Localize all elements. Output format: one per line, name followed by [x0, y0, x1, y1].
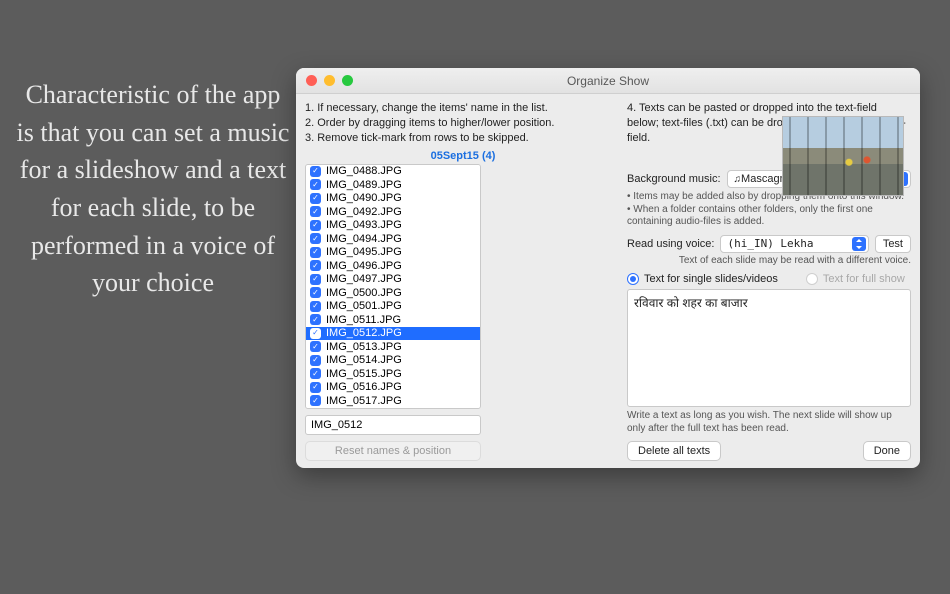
- list-header: 05Sept15 (4): [305, 150, 621, 162]
- checkbox-icon[interactable]: ✓: [310, 220, 321, 231]
- checkbox-icon[interactable]: ✓: [310, 166, 321, 177]
- radio-single-label: Text for single slides/videos: [644, 273, 778, 285]
- list-item[interactable]: ✓ IMG_0517.JPG: [306, 394, 480, 408]
- close-icon[interactable]: [306, 75, 317, 86]
- radio-full-label: Text for full show: [823, 273, 905, 285]
- chevron-updown-icon: [852, 237, 866, 251]
- list-item-label: IMG_0497.JPG: [326, 273, 402, 285]
- checkbox-icon[interactable]: ✓: [310, 206, 321, 217]
- music-note-icon: [734, 173, 742, 185]
- titlebar: Organize Show: [296, 68, 920, 94]
- window-title: Organize Show: [567, 74, 649, 88]
- list-item[interactable]: ✓ IMG_0493.JPG: [306, 219, 480, 233]
- radio-dot-icon: [627, 273, 639, 285]
- list-item-label: IMG_0500.JPG: [326, 287, 402, 299]
- radio-single-slide[interactable]: Text for single slides/videos: [627, 273, 778, 285]
- window-controls: [306, 75, 353, 86]
- list-item[interactable]: ✓ IMG_0500.JPG: [306, 286, 480, 300]
- voice-label: Read using voice:: [627, 238, 714, 250]
- left-pane: 1. If necessary, change the items' name …: [296, 94, 621, 468]
- list-item[interactable]: ✓ IMG_0511.JPG: [306, 313, 480, 327]
- voice-value: (hi_IN) Lekha: [727, 237, 851, 250]
- test-voice-button[interactable]: Test: [875, 235, 911, 253]
- instruction-line: 3. Remove tick-mark from rows to be skip…: [305, 131, 621, 146]
- checkbox-icon[interactable]: ✓: [310, 301, 321, 312]
- checkbox-icon[interactable]: ✓: [310, 314, 321, 325]
- checkbox-icon[interactable]: ✓: [310, 287, 321, 298]
- list-item[interactable]: ✓ IMG_0489.JPG: [306, 178, 480, 192]
- radio-full-show[interactable]: Text for full show: [806, 273, 905, 285]
- checkbox-icon[interactable]: ✓: [310, 355, 321, 366]
- checkbox-icon[interactable]: ✓: [310, 233, 321, 244]
- slide-text-input[interactable]: रविवार को शहर का बाजार: [627, 289, 911, 407]
- checkbox-icon[interactable]: ✓: [310, 274, 321, 285]
- reset-names-button[interactable]: Reset names & position: [305, 441, 481, 461]
- list-item[interactable]: ✓ IMG_0496.JPG: [306, 259, 480, 273]
- checkbox-icon[interactable]: ✓: [310, 395, 321, 406]
- instruction-line: 2. Order by dragging items to higher/low…: [305, 116, 621, 131]
- list-item-label: IMG_0492.JPG: [326, 206, 402, 218]
- voice-hint: Text of each slide may be read with a di…: [627, 255, 911, 268]
- checkbox-icon[interactable]: ✓: [310, 382, 321, 393]
- list-item-label: IMG_0501.JPG: [326, 300, 402, 312]
- organize-show-window: Organize Show 1. If necessary, change th…: [296, 68, 920, 468]
- list-item-label: IMG_0488.JPG: [326, 165, 402, 177]
- file-list[interactable]: ✓IMG_0488.JPG✓IMG_0489.JPG✓IMG_0490.JPG✓…: [305, 164, 481, 409]
- list-item-label: IMG_0496.JPG: [326, 260, 402, 272]
- list-item-label: IMG_0516.JPG: [326, 381, 402, 393]
- list-item-label: IMG_0489.JPG: [326, 179, 402, 191]
- list-item-label: IMG_0493.JPG: [326, 219, 402, 231]
- list-item-label: IMG_0511.JPG: [326, 314, 401, 326]
- marketing-copy: Characteristic of the app is that you ca…: [14, 76, 292, 302]
- checkbox-icon[interactable]: ✓: [310, 247, 321, 258]
- radio-dot-icon: [806, 273, 818, 285]
- list-item-label: IMG_0513.JPG: [326, 341, 402, 353]
- list-item[interactable]: ✓ IMG_0497.JPG: [306, 273, 480, 287]
- done-button[interactable]: Done: [863, 441, 911, 461]
- list-item[interactable]: ✓ IMG_0492.JPG: [306, 205, 480, 219]
- list-item[interactable]: ✓ IMG_0513.JPG: [306, 340, 480, 354]
- list-item-label: IMG_0514.JPG: [326, 354, 402, 366]
- minimize-icon[interactable]: [324, 75, 335, 86]
- list-item[interactable]: ✓ IMG_0516.JPG: [306, 381, 480, 395]
- slide-text-hint: Write a text as long as you wish. The ne…: [627, 410, 911, 435]
- delete-all-texts-button[interactable]: Delete all texts: [627, 441, 721, 461]
- list-item-label: IMG_0512.JPG: [326, 327, 402, 339]
- bg-music-hint: • When a folder contains other folders, …: [627, 204, 911, 229]
- checkbox-icon[interactable]: ✓: [310, 368, 321, 379]
- checkbox-icon[interactable]: ✓: [310, 260, 321, 271]
- list-item[interactable]: ✓ IMG_0490.JPG: [306, 192, 480, 206]
- list-item[interactable]: ✓IMG_0518.JPG: [306, 408, 480, 409]
- checkbox-icon[interactable]: ✓: [310, 328, 321, 339]
- list-item[interactable]: ✓ IMG_0515.JPG: [306, 367, 480, 381]
- voice-select[interactable]: (hi_IN) Lekha: [720, 235, 868, 253]
- list-item-label: IMG_0517.JPG: [326, 395, 402, 407]
- zoom-icon[interactable]: [342, 75, 353, 86]
- slide-thumbnail: [782, 116, 904, 196]
- checkbox-icon[interactable]: ✓: [310, 341, 321, 352]
- bg-music-label: Background music:: [627, 173, 721, 185]
- list-item-label: IMG_0495.JPG: [326, 246, 402, 258]
- list-item[interactable]: ✓ IMG_0501.JPG: [306, 300, 480, 314]
- list-item[interactable]: ✓ IMG_0495.JPG: [306, 246, 480, 260]
- checkbox-icon[interactable]: ✓: [310, 193, 321, 204]
- list-item-label: IMG_0515.JPG: [326, 368, 402, 380]
- list-item[interactable]: ✓ IMG_0514.JPG: [306, 354, 480, 368]
- list-item-label: IMG_0494.JPG: [326, 233, 402, 245]
- list-item[interactable]: ✓ IMG_0488.JPG: [306, 165, 480, 179]
- list-item-label: IMG_0490.JPG: [326, 192, 402, 204]
- item-name-field[interactable]: [305, 415, 481, 435]
- checkbox-icon[interactable]: ✓: [310, 179, 321, 190]
- list-item[interactable]: ✓ IMG_0494.JPG: [306, 232, 480, 246]
- list-item[interactable]: ✓ IMG_0512.JPG: [306, 327, 480, 341]
- instruction-line: 1. If necessary, change the items' name …: [305, 101, 621, 116]
- instructions-left: 1. If necessary, change the items' name …: [305, 101, 621, 146]
